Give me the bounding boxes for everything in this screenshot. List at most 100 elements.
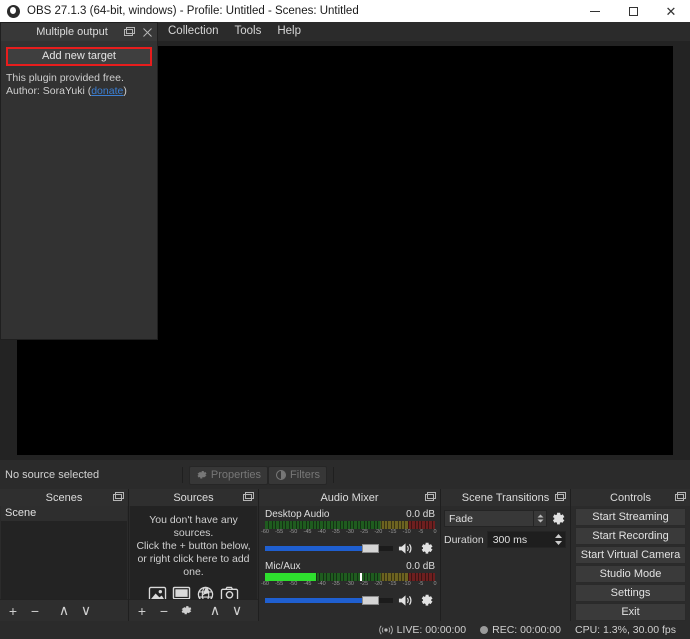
start-streaming-button[interactable]: Start Streaming [575, 508, 686, 526]
meter-scale-label: -50 [289, 581, 298, 587]
scenes-toolbar: + − ∧ ∨ [0, 599, 128, 621]
speaker-icon[interactable] [397, 593, 414, 608]
dock-float-icon[interactable] [672, 490, 688, 506]
meter-tick [424, 573, 426, 581]
scenes-list[interactable]: Scene [1, 506, 127, 599]
audio-mixer-dock: Audio Mixer Desktop Audio 0.0 dB -60 -55-… [258, 489, 440, 621]
gear-icon[interactable] [418, 593, 435, 608]
scenes-dock-title: Scenes [45, 491, 83, 504]
meter-tick [394, 573, 396, 581]
meter-tick [428, 573, 430, 581]
dock-close-icon[interactable] [139, 24, 155, 40]
scenes-dock-titlebar: Scenes [0, 489, 128, 506]
meter-tick [407, 521, 409, 529]
meter-scale-label: -10 [402, 529, 411, 535]
close-button[interactable]: ✕ [652, 0, 690, 22]
image-source-icon [148, 586, 167, 599]
meter-tick [350, 573, 351, 581]
scene-transitions-dock-title: Scene Transitions [461, 491, 550, 504]
slider-handle[interactable] [362, 596, 380, 605]
filters-button[interactable]: Filters [268, 465, 327, 485]
duration-input[interactable]: 300 ms [486, 531, 566, 548]
meter-scale-label: -55 [275, 529, 284, 535]
maximize-button[interactable] [614, 0, 652, 22]
meter-tick [377, 521, 379, 529]
source-properties-button[interactable] [176, 601, 196, 620]
transition-spinner-icon[interactable] [533, 511, 546, 526]
volume-slider[interactable] [265, 542, 393, 555]
meter-tick [333, 521, 334, 529]
studio-mode-button[interactable]: Studio Mode [575, 565, 686, 583]
remove-source-button[interactable]: − [154, 601, 174, 620]
meter-scale-label: -30 [346, 529, 354, 535]
meter-tick [390, 521, 392, 529]
meter-tick [336, 573, 338, 581]
source-toolbar: No source selected Properties Filters [0, 462, 690, 488]
start-virtual-camera-button[interactable]: Start Virtual Camera [575, 546, 686, 564]
source-type-icons [130, 586, 257, 599]
meter-scale-label: -45 [303, 529, 312, 535]
dock-float-icon[interactable] [110, 490, 126, 506]
plugin-credit-note: This plugin provided free. Author: SoraY… [6, 72, 152, 98]
meter-tick [384, 573, 385, 581]
exit-button[interactable]: Exit [575, 603, 686, 621]
transition-select-value: Fade [449, 512, 473, 525]
meter-tick [431, 573, 433, 581]
meter-tick [353, 521, 355, 529]
slider-handle[interactable] [362, 544, 380, 553]
menu-item-tools[interactable]: Tools [227, 22, 270, 41]
speaker-icon[interactable] [397, 541, 414, 556]
audio-track-mic-aux: Mic/Aux 0.0 dB -60 -55 -50 -45 -40 -35 -30 -25-… [261, 561, 437, 608]
add-source-button[interactable]: + [132, 601, 152, 620]
meter-tick [353, 573, 355, 581]
transition-select[interactable]: Fade [444, 510, 547, 527]
gear-icon[interactable] [418, 541, 435, 556]
meter-tick [316, 521, 317, 529]
meter-tick [404, 573, 406, 581]
menu-item-help[interactable]: Help [269, 22, 309, 41]
scene-transitions-dock-titlebar: Scene Transitions [441, 489, 570, 506]
meter-scale-label: -15 [388, 581, 397, 587]
meter-tick [411, 521, 413, 529]
properties-button[interactable]: Properties [188, 465, 269, 485]
dock-float-icon[interactable] [121, 24, 137, 40]
remove-scene-button[interactable]: − [25, 601, 45, 620]
slider-fill [265, 598, 363, 603]
meter-scale-label: -45 [303, 581, 312, 587]
minimize-button[interactable] [576, 0, 614, 22]
meter-tick [370, 521, 372, 529]
gear-icon [197, 470, 207, 479]
transition-config-gear-icon[interactable] [550, 511, 566, 527]
settings-button[interactable]: Settings [575, 584, 686, 602]
window-title: OBS 27.1.3 (64-bit, windows) - Profile: … [27, 5, 359, 17]
meter-tick [407, 573, 409, 581]
move-scene-up-button[interactable]: ∧ [54, 601, 74, 620]
meter-tick [363, 521, 365, 529]
dock-float-icon[interactable] [422, 490, 438, 506]
meter-tick [421, 573, 423, 581]
menu-item-collection[interactable]: Collection [160, 22, 227, 41]
volume-slider[interactable] [265, 594, 393, 607]
move-source-up-button[interactable]: ∧ [205, 601, 225, 620]
controls-buttons: Start Streaming Start Recording Start Vi… [571, 506, 690, 621]
list-item[interactable]: Scene [1, 506, 127, 521]
meter-tick [373, 521, 375, 529]
donate-link[interactable]: donate [91, 85, 123, 97]
move-source-down-button[interactable]: ∨ [227, 601, 247, 620]
meter-tick [312, 521, 314, 529]
meter-tick [350, 521, 351, 529]
meter-tick [302, 521, 304, 529]
add-new-target-button[interactable]: Add new target [6, 47, 152, 66]
sources-list[interactable]: You don't have any sources. Click the + … [130, 506, 257, 599]
dock-float-icon[interactable] [552, 490, 568, 506]
meter-tick [346, 573, 348, 581]
meter-scale-label: -25 [360, 529, 369, 535]
meter-tick [278, 521, 280, 529]
dock-float-icon[interactable] [240, 490, 256, 506]
start-recording-button[interactable]: Start Recording [575, 527, 686, 545]
add-scene-button[interactable]: + [3, 601, 23, 620]
move-scene-down-button[interactable]: ∨ [76, 601, 96, 620]
duration-spinner-icon[interactable] [552, 532, 565, 547]
transition-select-row: Fade [444, 510, 566, 527]
meter-tick [343, 521, 345, 529]
